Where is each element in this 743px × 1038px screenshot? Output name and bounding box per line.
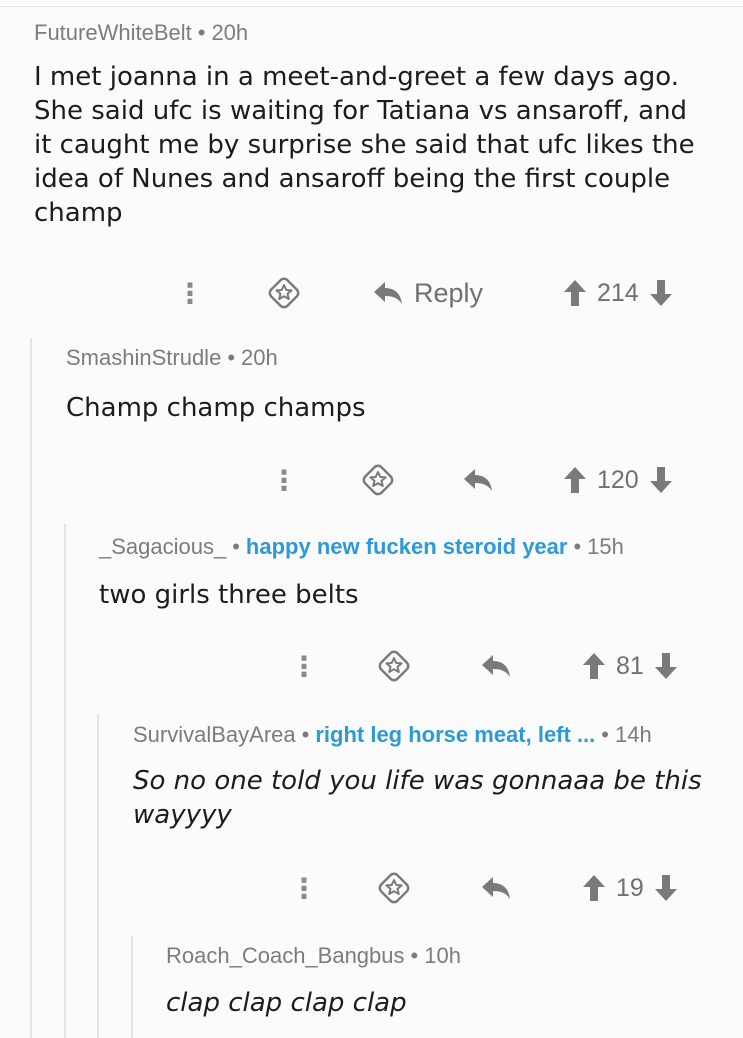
separator: • — [573, 534, 582, 559]
author-username[interactable]: Roach_Coach_Bangbus — [166, 943, 405, 968]
reply-icon — [464, 469, 492, 491]
comment-age: 15h — [587, 534, 624, 559]
vote-controls: 19 — [582, 868, 678, 908]
reply-button[interactable] — [462, 460, 494, 500]
comment-line: I met joanna in a meet-and-greet a few d… — [34, 62, 680, 92]
separator: • — [601, 722, 609, 747]
upvote-icon[interactable] — [563, 466, 587, 494]
vote-score: 19 — [616, 873, 644, 902]
separator: • — [197, 20, 206, 45]
comment-line: So no one told you life was gonnaaa be t… — [133, 766, 702, 796]
downvote-icon[interactable] — [649, 466, 673, 494]
reply-button[interactable] — [480, 868, 512, 908]
author-username[interactable]: SurvivalBayArea — [133, 722, 296, 747]
award-icon[interactable] — [267, 273, 301, 313]
comment-body: clap clap clap clap — [166, 986, 726, 1020]
reply-icon — [482, 655, 510, 677]
upvote-icon[interactable] — [582, 874, 606, 902]
award-icon[interactable] — [377, 868, 411, 908]
reply-icon — [482, 877, 510, 899]
more-options-icon[interactable]: ⋮ — [290, 868, 318, 908]
separator: • — [410, 943, 419, 968]
comment-body: So no one told you life was gonnaaa be t… — [133, 764, 733, 832]
more-options-icon[interactable]: ⋮ — [270, 460, 298, 500]
comment-body: Champ champ champs — [66, 391, 726, 425]
downvote-icon[interactable] — [649, 279, 673, 307]
reply-label: Reply — [414, 277, 484, 308]
comment-line: champ — [34, 198, 123, 228]
comment-line: idea of Nunes and ansaroff being the fir… — [34, 164, 671, 194]
user-flair: right leg horse meat, left ... — [315, 722, 596, 747]
author-username[interactable]: _Sagacious_ — [99, 534, 226, 559]
reply-icon — [374, 282, 402, 304]
comment-body: I met joanna in a meet-and-greet a few d… — [34, 60, 734, 230]
reply-button[interactable] — [480, 646, 512, 686]
comment-actions: ⋮ 81 — [0, 646, 743, 686]
comment-line: Champ champ champs — [66, 393, 366, 423]
thread-line-level-1[interactable] — [30, 338, 32, 1038]
comment-line: two girls three belts — [99, 580, 359, 610]
more-options-icon[interactable]: ⋮ — [290, 646, 318, 686]
award-icon[interactable] — [361, 460, 395, 500]
comment-age: 10h — [424, 943, 461, 968]
comment-actions: ⋮ 19 — [0, 868, 743, 908]
vote-controls: 81 — [582, 646, 678, 686]
reply-button[interactable]: Reply — [372, 273, 483, 313]
comment-age: 20h — [211, 20, 249, 45]
comment-line: it caught me by surprise she said that u… — [34, 130, 695, 160]
comment-age: 20h — [241, 345, 278, 370]
award-icon[interactable] — [377, 646, 411, 686]
vote-score: 120 — [597, 465, 639, 494]
upvote-icon[interactable] — [582, 652, 606, 680]
comment-meta: SurvivalBayArea • right leg horse meat, le… — [133, 722, 652, 748]
author-username[interactable]: SmashinStrudle — [66, 345, 221, 370]
comment-age: 14h — [615, 722, 652, 747]
comment-meta: _Sagacious_ • happy new fucken steroid yea… — [99, 534, 624, 560]
vote-score: 214 — [597, 278, 639, 307]
thread-line-level-4[interactable] — [131, 936, 133, 1038]
comment-actions: ⋮ Reply 214 — [0, 273, 743, 313]
downvote-icon[interactable] — [654, 652, 678, 680]
comment-line: clap clap clap clap — [166, 988, 407, 1018]
vote-controls: 214 — [563, 273, 673, 313]
separator: • — [232, 534, 240, 559]
vote-score: 81 — [616, 651, 644, 680]
downvote-icon[interactable] — [654, 874, 678, 902]
upvote-icon[interactable] — [563, 279, 587, 307]
more-options-icon[interactable]: ⋮ — [176, 273, 204, 313]
author-username[interactable]: FutureWhiteBelt — [34, 20, 192, 45]
comment-meta: FutureWhiteBelt • 20h — [34, 20, 248, 46]
comment-line: wayyyy — [133, 800, 232, 830]
comment-line: She said ufc is waiting for Tatiana vs a… — [34, 96, 688, 126]
comment-body: two girls three belts — [99, 578, 729, 612]
separator: • — [227, 345, 236, 370]
comment-meta: Roach_Coach_Bangbus • 10h — [166, 943, 461, 969]
comment-meta: SmashinStrudle • 20h — [66, 345, 278, 371]
user-flair: happy new fucken steroid year — [245, 534, 568, 559]
separator: • — [301, 722, 310, 747]
comment-actions: ⋮ 120 — [0, 460, 743, 500]
top-divider — [0, 6, 743, 7]
vote-controls: 120 — [563, 460, 673, 500]
thread-line-level-2[interactable] — [64, 524, 66, 1038]
